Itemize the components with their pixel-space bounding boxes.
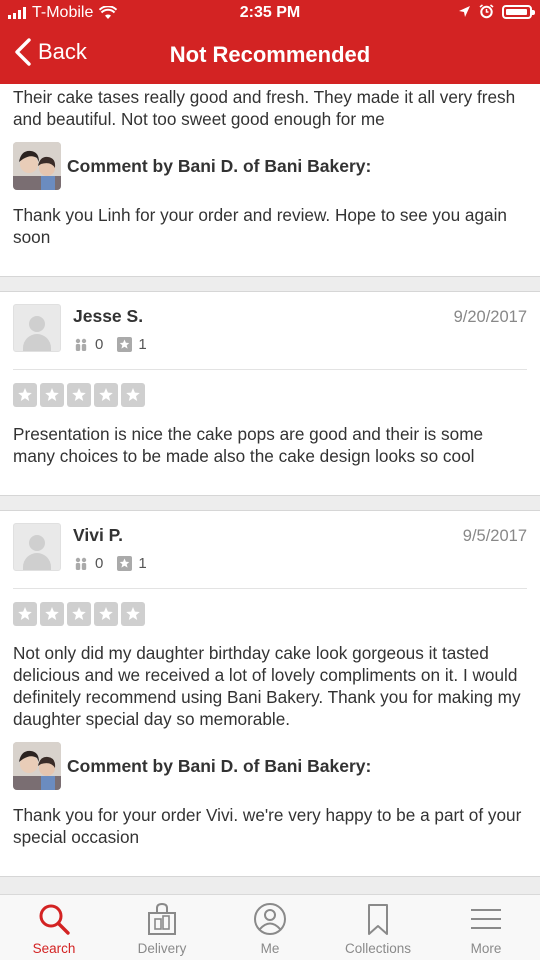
- reviews-count: 1: [117, 336, 147, 353]
- battery-icon: [502, 4, 535, 19]
- review-date: 9/20/2017: [453, 308, 527, 326]
- star-icon: [13, 602, 37, 626]
- owner-avatar: [13, 742, 61, 790]
- friends-icon: [75, 338, 87, 351]
- friends-count: 0: [73, 555, 103, 572]
- owner-comment-title: Comment by Bani D. of Bani Bakery:: [67, 155, 372, 176]
- section-divider: [0, 495, 540, 511]
- nav-bar: Back Not Recommended: [0, 28, 540, 84]
- star-rating: [13, 602, 527, 626]
- avatar[interactable]: [13, 523, 61, 571]
- tab-label: Me: [260, 941, 280, 956]
- review-text: Not only did my daughter birthday cake l…: [13, 643, 521, 729]
- tab-delivery[interactable]: Delivery: [108, 895, 216, 960]
- review-card: Vivi P. 0 1 9/5/2017 Not only did my dau…: [0, 511, 540, 876]
- person-icon: [254, 903, 286, 935]
- alarm-icon: [479, 4, 494, 19]
- friends-count: 0: [73, 336, 103, 353]
- owner-comment-text: Thank you Linh for your order and review…: [13, 205, 507, 247]
- owner-comment-text: Thank you for your order Vivi. we're ver…: [13, 805, 522, 847]
- review-header: Jesse S. 0 1 9/20/2017: [13, 292, 527, 353]
- owner-comment-title: Comment by Bani D. of Bani Bakery:: [67, 755, 372, 776]
- review-text: Presentation is nice the cake pops are g…: [13, 424, 484, 466]
- review-text: Their cake tases really good and fresh. …: [13, 87, 516, 129]
- star-rating: [13, 383, 527, 407]
- reviews-count: 1: [117, 555, 147, 572]
- star-icon: [67, 602, 91, 626]
- reviewer-name[interactable]: Jesse S.: [73, 306, 147, 327]
- star-icon: [67, 383, 91, 407]
- star-icon: [40, 383, 64, 407]
- bookmark-icon: [368, 904, 388, 935]
- location-arrow-icon: [459, 6, 470, 17]
- friends-icon: [75, 557, 87, 570]
- menu-icon: [471, 909, 501, 929]
- friends-count-value: 0: [95, 336, 104, 353]
- friends-count-value: 0: [95, 555, 104, 572]
- reviews-count-value: 1: [138, 555, 147, 572]
- section-divider: [0, 876, 540, 894]
- page-title: Not Recommended: [169, 42, 371, 67]
- star-icon: [94, 602, 118, 626]
- star-icon: [121, 383, 145, 407]
- review-star-icon: [117, 337, 133, 352]
- tab-me[interactable]: Me: [216, 895, 324, 960]
- review-star-icon: [117, 556, 133, 571]
- top-bar: T-Mobile 2:35 PM Back Not Recommended: [0, 0, 540, 84]
- tab-bar: Search Delivery Me Collections More: [0, 894, 540, 960]
- tab-search[interactable]: Search: [0, 895, 108, 960]
- owner-comment-header: Comment by Bani D. of Bani Bakery:: [13, 742, 527, 790]
- star-icon: [40, 602, 64, 626]
- review-list[interactable]: Their cake tases really good and fresh. …: [0, 84, 540, 894]
- tab-label: More: [470, 941, 502, 956]
- search-icon: [39, 904, 70, 935]
- tab-collections[interactable]: Collections: [324, 895, 432, 960]
- tab-label: Collections: [344, 941, 412, 956]
- star-icon: [94, 383, 118, 407]
- tab-label: Delivery: [137, 941, 187, 956]
- tab-more[interactable]: More: [432, 895, 540, 960]
- avatar[interactable]: [13, 304, 61, 352]
- review-divider: [13, 588, 527, 589]
- section-divider: [0, 276, 540, 292]
- tab-label: Search: [32, 941, 76, 956]
- review-card: Their cake tases really good and fresh. …: [0, 84, 540, 276]
- reviewer-name[interactable]: Vivi P.: [73, 525, 147, 546]
- star-icon: [13, 383, 37, 407]
- review-header: Vivi P. 0 1 9/5/2017: [13, 511, 527, 572]
- review-date: 9/5/2017: [462, 527, 527, 545]
- reviews-count-value: 1: [138, 336, 147, 353]
- review-divider: [13, 369, 527, 370]
- review-card: Jesse S. 0 1 9/20/2017 Presentation is n…: [0, 292, 540, 495]
- delivery-bag-icon: [148, 902, 176, 935]
- status-bar: T-Mobile 2:35 PM: [0, 0, 540, 28]
- owner-comment-header: Comment by Bani D. of Bani Bakery:: [13, 142, 527, 190]
- star-icon: [121, 602, 145, 626]
- owner-avatar: [13, 142, 61, 190]
